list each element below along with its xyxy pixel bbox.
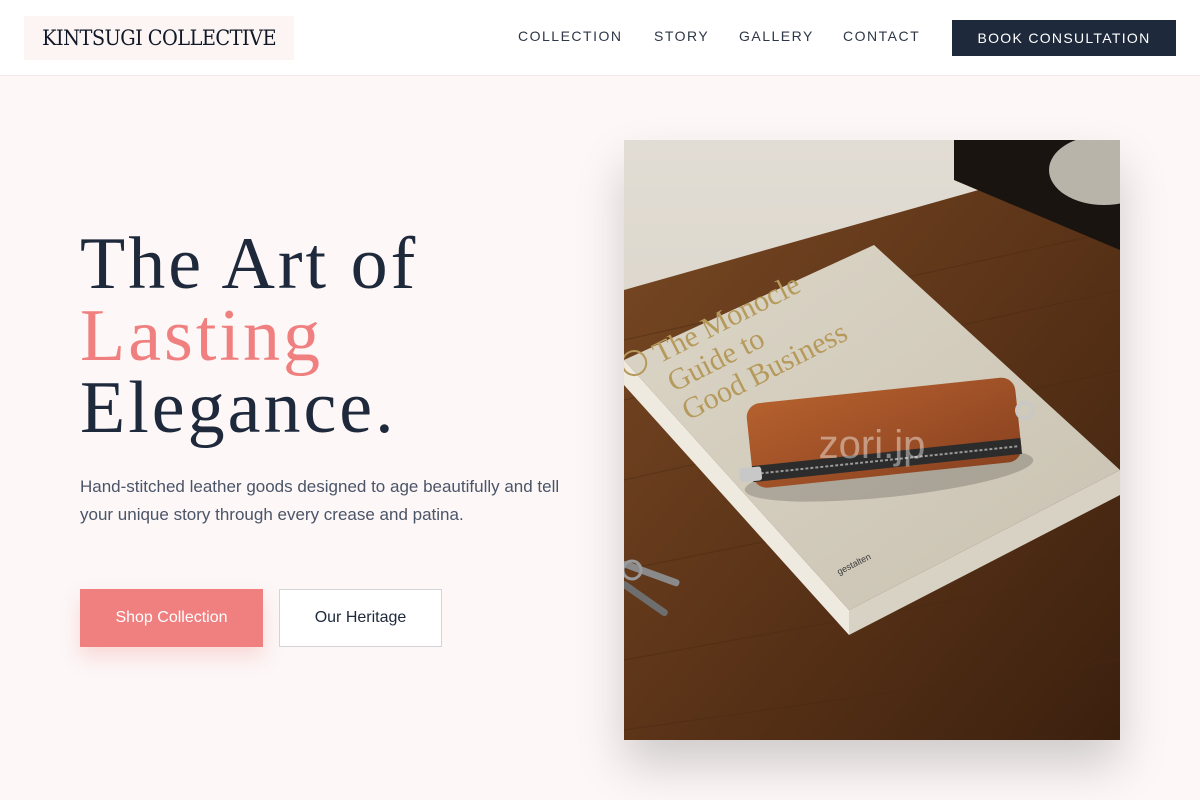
headline-line-1: The Art of	[80, 223, 419, 305]
product-photo: The Monocle Guide to Good Business gesta…	[624, 140, 1120, 740]
site-header: KINTSUGI COLLECTIVE COLLECTION STORY GAL…	[0, 0, 1200, 76]
nav-gallery[interactable]: GALLERY	[739, 28, 814, 44]
headline-line-2: Lasting	[80, 295, 323, 377]
watermark: zori.jp	[819, 423, 926, 467]
nav-collection[interactable]: COLLECTION	[518, 28, 622, 44]
our-heritage-button[interactable]: Our Heritage	[279, 589, 442, 647]
book-consultation-button[interactable]: BOOK CONSULTATION	[952, 20, 1176, 56]
logo[interactable]: KINTSUGI COLLECTIVE	[24, 16, 294, 60]
hero-headline: The Art of Lasting Elegance.	[80, 223, 600, 449]
headline-line-3: Elegance.	[80, 367, 397, 449]
hero-product-image: The Monocle Guide to Good Business gesta…	[624, 140, 1120, 740]
nav-contact[interactable]: CONTACT	[843, 28, 920, 44]
hero-subtext: Hand-stitched leather goods designed to …	[80, 477, 560, 524]
zipper-pull	[739, 466, 763, 483]
nav-story[interactable]: STORY	[654, 28, 709, 44]
shop-collection-button[interactable]: Shop Collection	[80, 589, 263, 647]
logo-text: KINTSUGI COLLECTIVE	[42, 26, 276, 50]
